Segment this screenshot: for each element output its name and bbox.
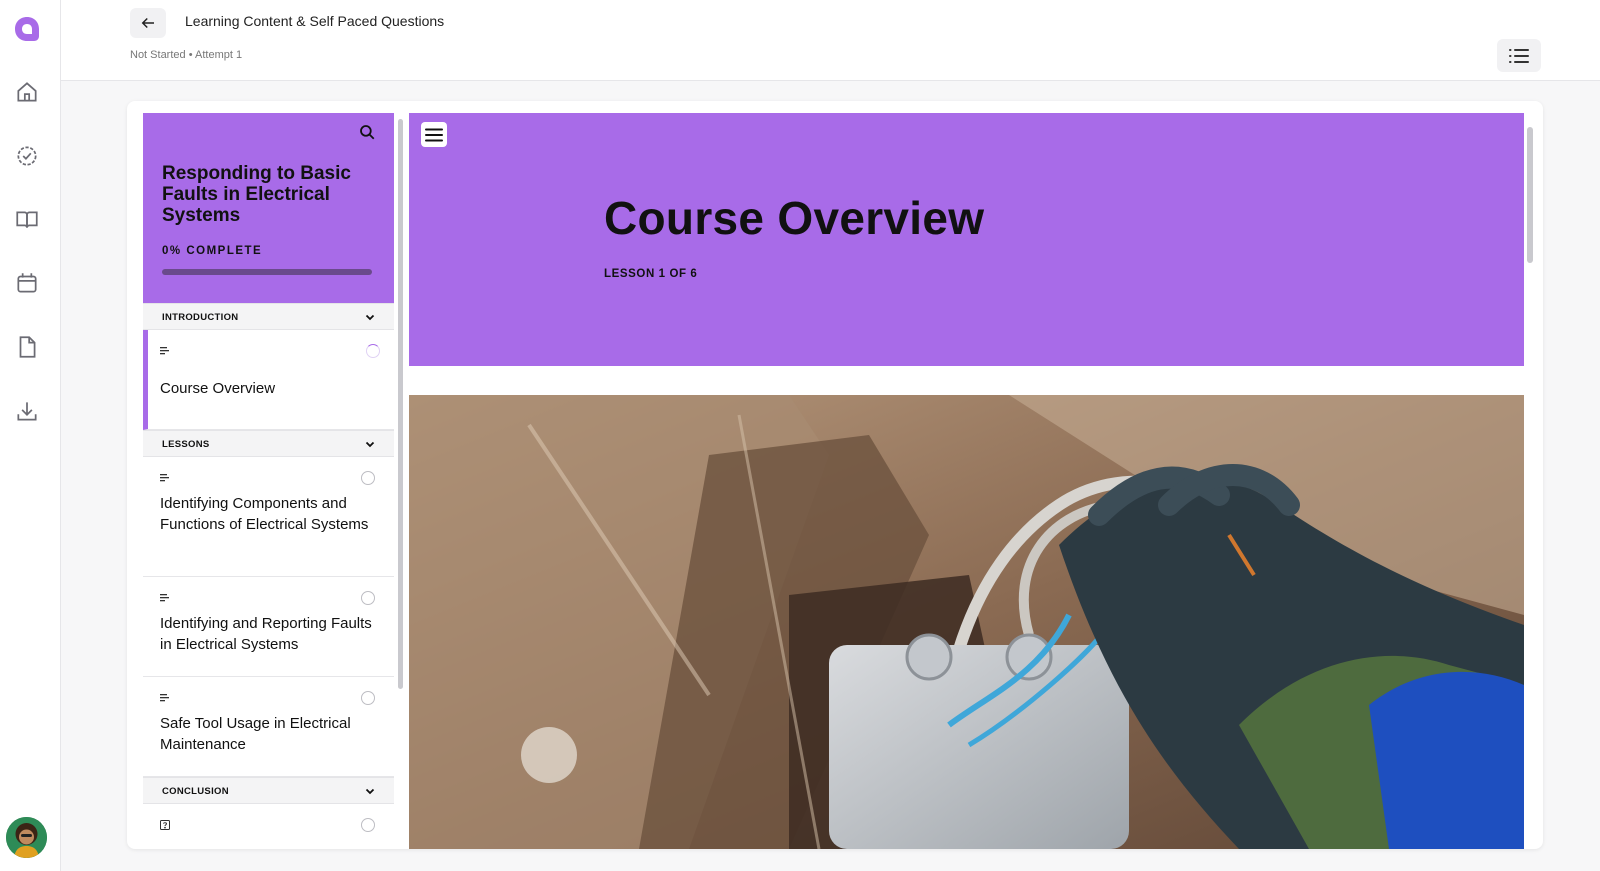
book-icon[interactable] [14, 207, 40, 233]
outline-toggle-button[interactable] [1497, 39, 1541, 72]
lesson-label: Course Overview [160, 380, 276, 397]
chevron-down-icon[interactable] [364, 785, 376, 797]
lesson-title: Course Overview [604, 192, 985, 244]
section-label: INTRODUCTION [162, 312, 239, 323]
content-scrollbar[interactable] [1527, 127, 1533, 263]
arrow-left-icon [141, 17, 154, 29]
lesson-label: Identifying and Reporting Faults in Elec… [160, 615, 372, 653]
course-sidebar: Responding to Basic Faults in Electrical… [143, 113, 394, 849]
section-introduction[interactable]: INTRODUCTION [143, 303, 394, 330]
text-lines-icon [160, 474, 169, 482]
search-icon[interactable] [358, 123, 376, 141]
document-icon[interactable] [14, 334, 40, 360]
chevron-down-icon[interactable] [364, 438, 376, 450]
attempt-status: Not Started • Attempt 1 [130, 49, 243, 61]
not-started-status-icon [361, 471, 375, 485]
lesson-content: Course Overview LESSON 1 OF 6 [409, 113, 1524, 849]
lesson-item-quiz[interactable] [143, 804, 394, 849]
lesson-hero: Course Overview LESSON 1 OF 6 [409, 113, 1524, 366]
progress-label: 0% COMPLETE [162, 245, 263, 257]
lesson-item-course-overview[interactable]: Course Overview [143, 330, 394, 430]
hamburger-icon [425, 128, 443, 141]
home-icon[interactable] [14, 79, 40, 105]
lesson-item-faults[interactable]: Identifying and Reporting Faults in Elec… [143, 577, 394, 677]
section-conclusion[interactable]: CONCLUSION [143, 777, 394, 804]
calendar-icon[interactable] [14, 270, 40, 296]
sidebar-scrollbar[interactable] [398, 119, 403, 689]
page-title: Learning Content & Self Paced Questions [185, 13, 445, 29]
course-player: Responding to Basic Faults in Electrical… [127, 101, 1543, 849]
text-lines-icon [160, 594, 169, 602]
check-circle-icon[interactable] [14, 143, 40, 169]
list-icon [1509, 48, 1529, 63]
lesson-image [409, 395, 1524, 849]
back-button[interactable] [130, 8, 166, 38]
lesson-counter: LESSON 1 OF 6 [604, 268, 698, 280]
section-label: CONCLUSION [162, 786, 229, 797]
left-nav-rail [0, 0, 61, 871]
download-icon[interactable] [14, 398, 40, 424]
section-lessons[interactable]: LESSONS [143, 430, 394, 457]
lesson-item-safe-tools[interactable]: Safe Tool Usage in Electrical Maintenanc… [143, 677, 394, 777]
question-icon [160, 820, 170, 830]
avatar[interactable] [6, 817, 47, 858]
menu-button[interactable] [421, 122, 447, 147]
text-lines-icon [160, 347, 169, 355]
progress-bar [162, 269, 372, 275]
sidebar-header: Responding to Basic Faults in Electrical… [143, 113, 394, 303]
lesson-label: Identifying Components and Functions of … [160, 495, 369, 533]
text-lines-icon [160, 694, 169, 702]
course-title: Responding to Basic Faults in Electrical… [162, 163, 351, 226]
chevron-down-icon[interactable] [364, 311, 376, 323]
logo-icon[interactable] [12, 14, 42, 44]
lesson-label: Safe Tool Usage in Electrical Maintenanc… [160, 715, 351, 753]
not-started-status-icon [361, 691, 375, 705]
in-progress-status-icon [366, 344, 380, 358]
not-started-status-icon [361, 591, 375, 605]
section-label: LESSONS [162, 439, 210, 450]
lesson-item-components[interactable]: Identifying Components and Functions of … [143, 457, 394, 577]
top-bar: Learning Content & Self Paced Questions … [61, 0, 1600, 81]
not-started-status-icon [361, 818, 375, 832]
